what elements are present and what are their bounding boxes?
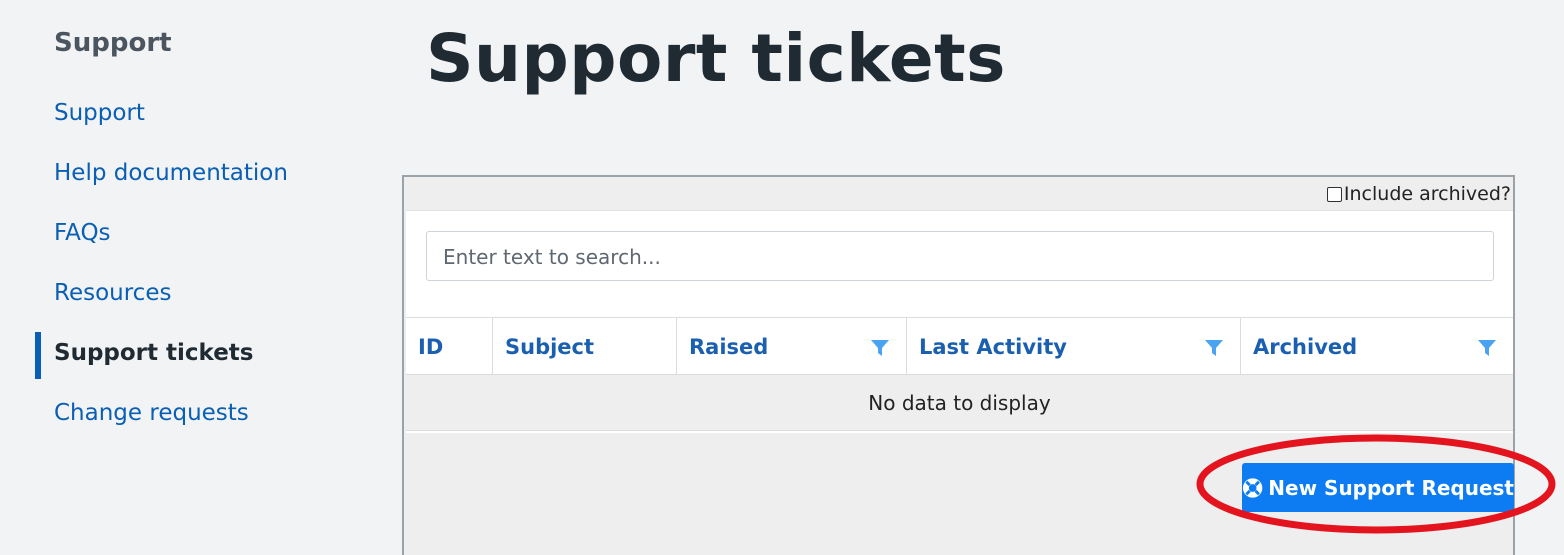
sidebar-title: Support	[54, 28, 172, 58]
include-archived-label: Include archived?	[1343, 183, 1511, 205]
column-header-raised[interactable]: Raised	[677, 318, 907, 374]
sidebar-item-resources[interactable]: Resources	[54, 280, 171, 306]
column-header-subject[interactable]: Subject	[493, 318, 677, 374]
page-title: Support tickets	[426, 20, 1006, 97]
tickets-grid: Enter text to search... ID Subject Raise…	[406, 210, 1513, 433]
column-label-id: ID	[418, 335, 444, 359]
column-header-last-activity[interactable]: Last Activity	[907, 318, 1241, 374]
filter-icon[interactable]	[870, 338, 890, 358]
column-header-id[interactable]: ID	[406, 318, 493, 374]
filter-icon[interactable]	[1204, 338, 1224, 358]
column-label-subject: Subject	[505, 335, 595, 359]
search-input[interactable]: Enter text to search...	[426, 231, 1494, 281]
table-header: ID Subject Raised Last Activity Archived	[406, 317, 1513, 375]
sidebar-item-faqs[interactable]: FAQs	[54, 220, 111, 246]
column-label-last-activity: Last Activity	[919, 335, 1067, 359]
sidebar-item-support[interactable]: Support	[54, 100, 145, 126]
column-label-raised: Raised	[689, 335, 769, 359]
include-archived-toggle[interactable]: Include archived?	[1326, 183, 1511, 205]
empty-message: No data to display	[406, 375, 1513, 431]
column-label-archived: Archived	[1253, 335, 1358, 359]
column-header-archived[interactable]: Archived	[1241, 318, 1513, 374]
include-archived-checkbox[interactable]	[1326, 186, 1342, 202]
active-indicator	[35, 332, 41, 379]
sidebar-item-support-tickets[interactable]: Support tickets	[54, 340, 254, 366]
sidebar-item-help-documentation[interactable]: Help documentation	[54, 160, 288, 186]
sidebar: Support Support Help documentation FAQs …	[0, 0, 400, 543]
highlight-annotation	[1196, 434, 1556, 534]
sidebar-item-change-requests[interactable]: Change requests	[54, 400, 249, 426]
filter-icon[interactable]	[1477, 338, 1497, 358]
